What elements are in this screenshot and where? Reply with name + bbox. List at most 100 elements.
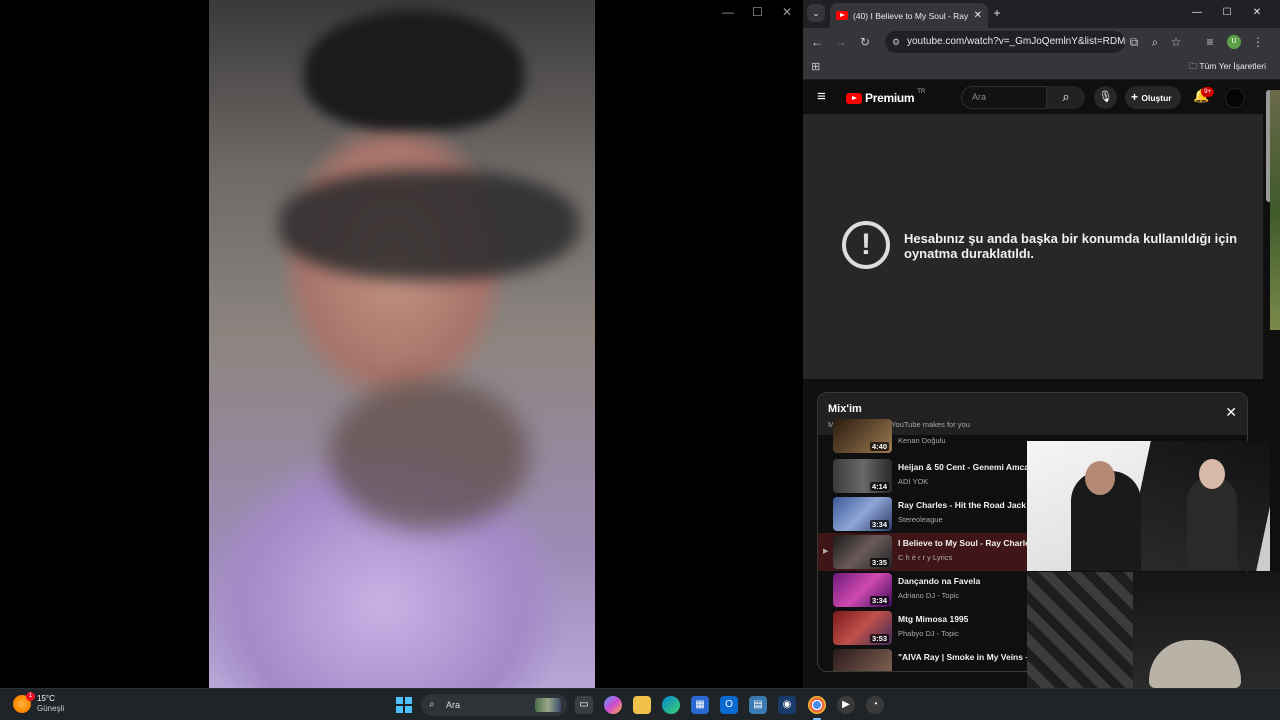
hamburger-menu-icon[interactable]: ≡ <box>817 88 826 105</box>
all-bookmarks-button[interactable]: 🗀 Tüm Yer İşaretleri <box>1189 61 1266 75</box>
weather-widget[interactable]: 1 15°C Güneşli <box>13 692 65 714</box>
video-thumbnail: 3:53 <box>833 611 892 645</box>
store-icon[interactable]: ▦ <box>691 696 709 714</box>
minimize-button[interactable]: — <box>722 5 734 19</box>
temperature: 15°C <box>37 694 55 703</box>
video-duration: 3:53 <box>869 634 889 643</box>
bookmarks-bar: ⊞ 🗀 Tüm Yer İşaretleri <box>803 56 1280 80</box>
video-call-window: — ☐ ✕ <box>0 0 802 688</box>
create-button[interactable]: + Oluştur <box>1125 86 1181 109</box>
window-minimize-button[interactable]: — <box>1187 3 1207 23</box>
edge-browser-icon[interactable] <box>662 696 680 714</box>
playback-paused-message: Hesabınız şu anda başka bir konumda kull… <box>904 231 1238 261</box>
video-blur-shape <box>304 10 524 130</box>
menu-dots-icon[interactable]: ⋮ <box>1249 28 1267 56</box>
sun-icon: 1 <box>13 692 35 713</box>
image-figure <box>1187 476 1237 571</box>
notification-badge: 9+ <box>1201 87 1215 97</box>
taskbar-search-label: Ara <box>446 700 461 710</box>
playlist-title: Mix'im <box>828 403 862 415</box>
tab-strip: ⌄ (40) I Believe to My Soul - Ray C ✕ + … <box>803 0 1280 28</box>
window-close-button[interactable]: ✕ <box>1247 3 1267 23</box>
weather-condition: Güneşli <box>37 704 65 713</box>
image-figure <box>1085 461 1115 495</box>
youtube-favicon-icon <box>836 11 848 20</box>
region-code: TR <box>917 89 926 95</box>
back-arrow-icon[interactable]: ← <box>808 28 826 56</box>
overlay-video-thumbnail <box>1027 441 1270 571</box>
app-icon[interactable]: ◔ <box>866 696 884 714</box>
tab-title: (40) I Believe to My Soul - Ray C <box>853 10 969 21</box>
close-button[interactable]: ✕ <box>782 5 792 19</box>
video-duration: 3:34 <box>869 596 889 605</box>
video-title: Dançando na Favela <box>898 576 981 586</box>
microphone-icon: 🎙 <box>1098 91 1113 103</box>
taskbar-search[interactable]: ⌕ Ara <box>421 694 567 716</box>
bookmark-star-icon[interactable]: ☆ <box>1167 28 1185 56</box>
media-player-icon[interactable]: ▶ <box>837 696 855 714</box>
address-bar[interactable]: ⚙ youtube.com/watch?v=_GmJoQemlnY&list=R… <box>885 31 1125 53</box>
youtube-logo-icon <box>846 92 862 104</box>
file-explorer-icon[interactable] <box>633 696 651 714</box>
url-text: youtube.com/watch?v=_GmJoQemlnY&list=RDM… <box>907 36 1125 47</box>
desktop-edge <box>1270 90 1280 330</box>
weather-badge: 1 <box>26 692 35 701</box>
profile-avatar[interactable]: U <box>1227 35 1241 49</box>
zoom-icon[interactable]: ⌕ <box>1146 28 1164 56</box>
search-highlight-image <box>535 698 561 712</box>
cast-icon[interactable]: ⧉ <box>1125 28 1143 56</box>
channel-name: C h è r r y Lyrics <box>898 553 953 562</box>
video-title: Heijan & 50 Cent - Genemi Amcala <box>898 462 1033 472</box>
youtube-masthead: ≡ Premium TR Ara ⌕ 🎙 + Oluştur 🔔 9+ <box>803 81 1263 114</box>
video-blur-shape <box>279 170 579 280</box>
search-button[interactable]: ⌕ <box>1047 86 1085 109</box>
maximize-button[interactable]: ☐ <box>752 5 763 19</box>
plus-icon: + <box>1131 90 1142 104</box>
outlook-icon[interactable]: O <box>720 696 738 714</box>
browser-toolbar: ← → ↻ ⚙ youtube.com/watch?v=_GmJoQemlnY&… <box>803 28 1280 56</box>
video-title: "AIVA Ray | Smoke in My Veins – <box>898 652 1031 662</box>
tab-active[interactable]: (40) I Believe to My Soul - Ray C ✕ <box>830 3 988 28</box>
voice-search-button[interactable]: 🎙 <box>1094 86 1117 109</box>
chrome-icon[interactable] <box>808 696 826 720</box>
taskbar: 1 15°C Güneşli ⌕ Ara ▭ ▦ O ▤ ◉ ▶ ◔ <box>0 688 1280 720</box>
image-figure <box>1199 459 1225 489</box>
video-blur-shape <box>329 380 529 530</box>
video-duration: 4:40 <box>869 442 889 451</box>
tab-close-icon[interactable]: ✕ <box>974 10 982 21</box>
search-input[interactable]: Ara <box>961 86 1047 109</box>
channel-name: Stereoleague <box>898 515 943 524</box>
window-maximize-button[interactable]: ☐ <box>1217 3 1237 23</box>
video-player[interactable]: ! Hesabınız şu anda başka bir konumda ku… <box>803 114 1263 379</box>
folder-icon: 🗀 <box>1188 61 1200 71</box>
tab-search-icon[interactable]: ⌄ <box>807 4 825 22</box>
copilot-icon[interactable] <box>604 696 622 714</box>
search-icon: ⌕ <box>429 699 435 710</box>
channel-name: Kenan Doğulu <box>898 436 946 445</box>
new-tab-button[interactable]: + <box>987 3 1007 23</box>
search-icon: ⌕ <box>1062 89 1070 104</box>
video-feed <box>209 0 595 688</box>
steam-icon[interactable]: ◉ <box>778 696 796 714</box>
close-icon[interactable]: ✕ <box>1225 404 1237 421</box>
reload-icon[interactable]: ↻ <box>856 28 874 56</box>
site-info-icon[interactable]: ⚙ <box>892 31 900 53</box>
task-view-icon[interactable]: ▭ <box>575 696 593 714</box>
account-avatar[interactable] <box>1225 88 1245 108</box>
app-icon[interactable]: ▤ <box>749 696 767 714</box>
forward-arrow-icon[interactable]: → <box>832 28 850 56</box>
video-thumbnail: 3:35 <box>833 535 892 569</box>
apps-grid-icon[interactable]: ⊞ <box>811 60 820 73</box>
channel-name: Phabyo DJ - Topic <box>898 629 959 638</box>
media-control-icon[interactable]: ≡ <box>1201 28 1219 56</box>
youtube-premium-logo[interactable]: Premium TR <box>846 89 926 105</box>
error-alert-icon: ! <box>842 221 890 269</box>
start-button[interactable] <box>396 697 412 713</box>
video-thumbnail: 3:34 <box>833 573 892 607</box>
channel-name: Adriano DJ - Topic <box>898 591 960 600</box>
all-bookmarks-label: Tüm Yer İşaretleri <box>1199 61 1266 71</box>
video-title: Ray Charles - Hit the Road Jack on <box>898 500 1033 510</box>
webcam-background <box>1027 572 1133 688</box>
create-label: Oluştur <box>1141 93 1172 103</box>
video-duration: 4:14 <box>869 482 889 491</box>
